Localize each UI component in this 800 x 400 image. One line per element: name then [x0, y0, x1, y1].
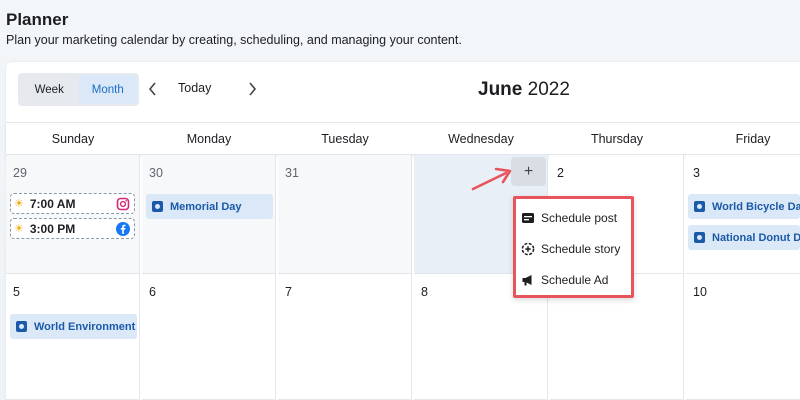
- day-cell[interactable]: 10: [686, 274, 800, 400]
- annotation-arrow-icon: [471, 167, 512, 191]
- event-label: World Environment Day: [34, 320, 137, 333]
- date-number: 3: [693, 166, 700, 180]
- event-icon: [16, 321, 27, 332]
- dropdown-item-label: Schedule post: [541, 211, 618, 225]
- event-label: Memorial Day: [170, 200, 242, 213]
- date-number: 10: [693, 285, 707, 299]
- event-icon: [694, 201, 705, 212]
- weekday-header-row: Sunday Monday Tuesday Wednesday Thursday…: [6, 122, 800, 155]
- chevron-left-icon[interactable]: [143, 79, 163, 99]
- schedule-story-item[interactable]: Schedule story: [521, 238, 631, 260]
- dropdown-item-label: Schedule Ad: [541, 273, 609, 287]
- weekday-tuesday: Tuesday: [321, 131, 369, 146]
- page-title: Planner: [6, 10, 69, 29]
- schedule-dropdown-menu: Schedule post Schedule story Schedule Ad: [513, 196, 634, 298]
- dropdown-item-label: Schedule story: [541, 242, 621, 256]
- day-cell[interactable]: 6: [142, 274, 276, 400]
- story-icon: [521, 242, 535, 256]
- chevron-right-icon[interactable]: [242, 79, 262, 99]
- date-number: 29: [13, 166, 27, 180]
- day-cell[interactable]: 7: [278, 274, 412, 400]
- date-number: 6: [149, 285, 156, 299]
- event-chip[interactable]: Memorial Day: [146, 194, 273, 219]
- weekday-monday: Monday: [186, 131, 232, 146]
- month-view-button[interactable]: Month: [78, 75, 137, 104]
- year: 2022: [527, 79, 570, 100]
- add-content-button[interactable]: +: [511, 157, 546, 186]
- date-number: 8: [421, 285, 428, 299]
- week-view-button[interactable]: Week: [20, 75, 79, 104]
- event-chip[interactable]: World Bicycle Day: [688, 194, 800, 219]
- calendar-toolbar: Week Month Today June 2022: [6, 62, 800, 122]
- scheduled-post[interactable]: ☀ 3:00 PM: [10, 218, 135, 239]
- schedule-post-item[interactable]: Schedule post: [521, 207, 631, 229]
- today-button[interactable]: Today: [178, 81, 211, 95]
- weekday-sunday: Sunday: [51, 131, 95, 146]
- scheduled-post[interactable]: ☀ 7:00 AM: [10, 193, 135, 214]
- date-number: 7: [285, 285, 292, 299]
- page-subtitle: Plan your marketing calendar by creating…: [6, 33, 462, 47]
- date-number: 31: [285, 166, 299, 180]
- schedule-ad-item[interactable]: Schedule Ad: [521, 269, 631, 291]
- event-chip[interactable]: National Donut Day: [688, 225, 800, 250]
- date-number: 5: [13, 285, 20, 299]
- event-label: World Bicycle Day: [712, 200, 800, 213]
- sun-icon: ☀: [14, 223, 24, 235]
- megaphone-icon: [522, 275, 532, 286]
- month-name: June: [478, 79, 523, 100]
- day-cell[interactable]: 31: [278, 155, 412, 274]
- event-label: National Donut Day: [712, 231, 800, 244]
- event-icon: [152, 201, 163, 212]
- view-toggle: Week Month: [18, 73, 139, 106]
- instagram-icon: [116, 197, 130, 211]
- weekday-wednesday: Wednesday: [448, 131, 514, 146]
- weekday-thursday: Thursday: [590, 131, 644, 146]
- date-number: 2: [557, 166, 564, 180]
- sun-icon: ☀: [14, 198, 24, 210]
- date-number: 30: [149, 166, 163, 180]
- post-time: 7:00 AM: [29, 196, 76, 211]
- post-icon: [522, 213, 534, 223]
- post-time: 3:00 PM: [29, 221, 76, 236]
- event-icon: [694, 232, 705, 243]
- month-title: June 2022: [478, 79, 570, 101]
- event-chip[interactable]: World Environment Day: [10, 314, 137, 339]
- weekday-friday: Friday: [735, 131, 771, 146]
- facebook-icon: [116, 221, 130, 236]
- day-cell[interactable]: 29: [6, 155, 140, 274]
